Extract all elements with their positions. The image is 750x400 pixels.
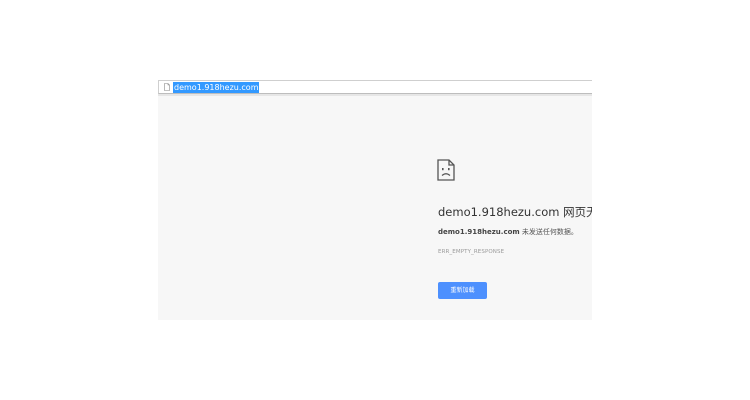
error-description-host: demo1.918hezu.com [438,228,520,236]
browser-window: demo1.918hezu.com demo1.918hezu.com 网页无法… [158,80,592,320]
error-title: demo1.918hezu.com 网页无法 [438,205,592,219]
error-page: demo1.918hezu.com 网页无法 demo1.918hezu.com… [158,96,592,320]
url-text[interactable]: demo1.918hezu.com [173,82,260,93]
reload-button[interactable]: 重新加载 [438,282,487,299]
address-bar[interactable]: demo1.918hezu.com [158,80,592,94]
error-description: demo1.918hezu.com 未发送任何数据。 [438,227,578,237]
page-icon [164,83,170,91]
error-code: ERR_EMPTY_RESPONSE [438,249,505,255]
error-description-text: 未发送任何数据。 [519,228,578,236]
sad-page-icon [437,159,455,181]
